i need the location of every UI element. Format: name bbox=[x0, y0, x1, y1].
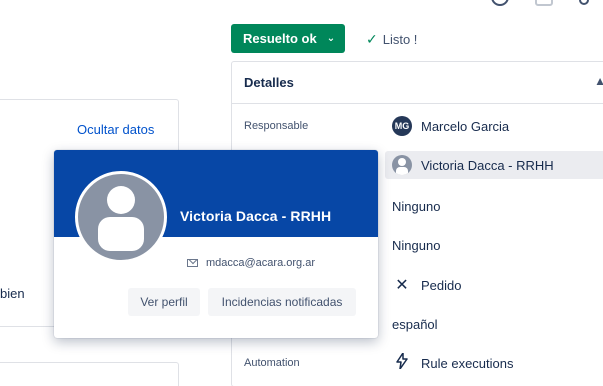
field-value-informador[interactable]: Victoria Dacca - RRHH bbox=[392, 155, 554, 175]
field-label-automation: Automation bbox=[244, 357, 300, 369]
resolution-label: Listo ! bbox=[382, 32, 418, 47]
tools-icon: ✕ bbox=[395, 277, 409, 294]
request-type-label: Pedido bbox=[421, 277, 462, 293]
field-value-automation[interactable]: Rule executions bbox=[392, 351, 514, 374]
bolt-icon bbox=[392, 351, 412, 374]
field-value-request-type[interactable]: ✕ Pedido bbox=[392, 275, 461, 295]
status-label: Resuelto ok bbox=[243, 31, 317, 46]
status-button[interactable]: Resuelto ok ⌄ bbox=[231, 24, 345, 53]
profile-email-row: mdacca@acara.org.ar bbox=[187, 257, 315, 269]
reported-issues-button[interactable]: Incidencias notificadas bbox=[208, 288, 356, 316]
top-toolbar-icons bbox=[491, 0, 589, 6]
field-value-responsable[interactable]: MG Marcelo Garcia bbox=[392, 116, 509, 136]
check-icon: ✓ bbox=[366, 31, 378, 47]
details-header[interactable]: Detalles bbox=[232, 62, 603, 104]
like-icon[interactable] bbox=[535, 0, 553, 6]
field-value-4[interactable]: Ninguno bbox=[392, 238, 440, 253]
profile-name: Victoria Dacca - RRHH bbox=[180, 208, 332, 224]
chevron-up-icon[interactable]: ▲ bbox=[594, 74, 603, 88]
mail-icon bbox=[187, 259, 198, 267]
watch-icon[interactable] bbox=[491, 0, 509, 6]
chevron-down-icon: ⌄ bbox=[326, 33, 336, 44]
hide-details-link[interactable]: Ocultar datos bbox=[77, 122, 154, 137]
avatar-head-shape bbox=[107, 186, 135, 214]
avatar-body-shape bbox=[98, 217, 144, 251]
profile-email: mdacca@acara.org.ar bbox=[206, 257, 315, 269]
reporter-name: Victoria Dacca - RRHH bbox=[421, 157, 554, 173]
left-lower-panel bbox=[0, 362, 179, 386]
view-profile-button[interactable]: Ver perfil bbox=[128, 288, 200, 316]
profile-card: Victoria Dacca - RRHH mdacca@acara.org.a… bbox=[54, 150, 378, 338]
field-value-language[interactable]: español bbox=[392, 317, 438, 332]
avatar: MG bbox=[392, 116, 412, 136]
left-partial-text: bien bbox=[0, 286, 25, 301]
resolution-status: ✓ Listo ! bbox=[366, 31, 417, 48]
avatar bbox=[392, 155, 412, 175]
assignee-name: Marcelo Garcia bbox=[421, 118, 510, 134]
details-title: Detalles bbox=[244, 75, 294, 90]
profile-avatar bbox=[75, 171, 167, 263]
automation-link: Rule executions bbox=[421, 355, 514, 371]
field-label-responsable: Responsable bbox=[244, 120, 309, 132]
field-value-3[interactable]: Ninguno bbox=[392, 199, 440, 214]
share-icon[interactable] bbox=[579, 0, 589, 5]
field-row-automation: Automation Rule executions bbox=[232, 350, 603, 376]
field-row-responsable: Responsable MG Marcelo Garcia bbox=[232, 113, 603, 139]
